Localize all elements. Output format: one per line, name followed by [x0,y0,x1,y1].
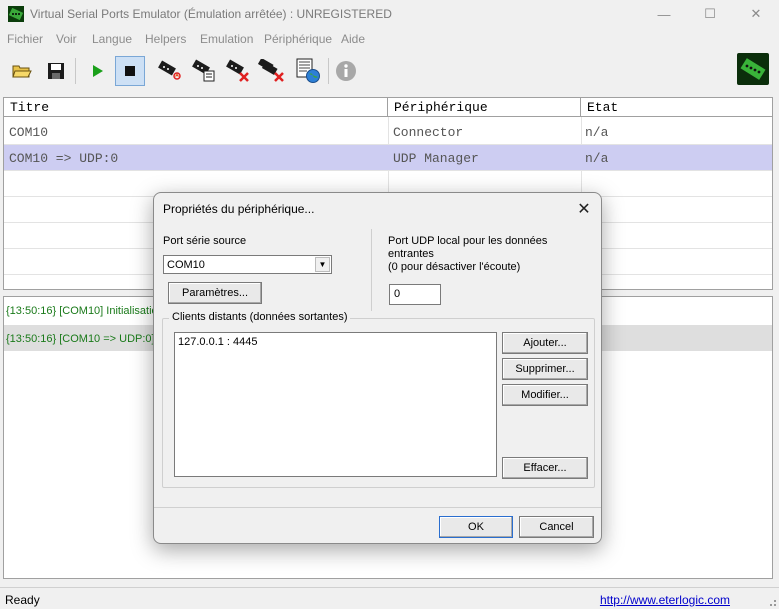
new-device-icon [158,60,181,80]
row-device: Connector [393,125,464,140]
udp-port-label-line1: Port UDP local pour les données [388,235,548,247]
column-header-peripherique[interactable]: Périphérique [388,98,581,117]
new-device-button[interactable] [155,56,185,86]
udp-port-label-line2: entrantes [388,248,434,260]
row-title: COM10 => UDP:0 [9,151,119,166]
save-icon [48,63,64,79]
start-emulation-button[interactable] [82,56,112,86]
menu-emulation[interactable]: Emulation [200,32,253,46]
parameters-button[interactable]: Paramètres... [168,282,262,304]
column-header-etat[interactable]: Etat [581,98,772,117]
info-icon [336,61,356,81]
udp-port-input[interactable]: 0 [389,284,441,305]
close-icon: ✕ [750,6,762,21]
delete-device-button[interactable] [223,56,253,86]
remote-clients-list[interactable]: 127.0.0.1 : 4445 [174,332,497,477]
dialog-close-button[interactable]: ✕ [572,198,596,220]
row-state: n/a [585,125,609,140]
menu-fichier[interactable]: Fichier [7,32,43,46]
source-port-value: COM10 [167,259,205,271]
delete-all-devices-button[interactable] [257,56,287,86]
clear-clients-button[interactable]: Effacer... [502,457,588,479]
toolbar-separator [328,58,329,84]
remote-clients-group: Clients distants (données sortantes) 127… [162,311,595,488]
maximize-icon: ☐ [704,6,716,21]
row-device: UDP Manager [393,151,479,166]
toolbar-separator [75,58,76,84]
row-state: n/a [585,151,609,166]
resize-grip-icon[interactable] [765,595,777,607]
menu-langue[interactable]: Langue [92,32,132,46]
stop-emulation-button[interactable] [115,56,145,86]
play-icon [93,65,103,77]
open-folder-icon [12,65,32,78]
ok-button[interactable]: OK [439,516,513,538]
add-client-button[interactable]: Ajouter... [502,332,588,354]
chevron-down-icon[interactable]: ▼ [315,257,330,272]
list-item[interactable]: 127.0.0.1 : 4445 [178,336,258,348]
website-link[interactable]: http://www.eterlogic.com [600,593,730,607]
menu-voir[interactable]: Voir [56,32,77,46]
dialog-title: Propriétés du périphérique... [163,202,315,216]
udp-port-label-line3: (0 pour désactiver l'écoute) [388,261,521,273]
menu-peripherique[interactable]: Périphérique [264,32,332,46]
window-title: Virtual Serial Ports Emulator (Émulation… [30,7,392,21]
maximize-button[interactable]: ☐ [687,0,733,28]
close-button[interactable]: ✕ [733,0,779,28]
toolbar [0,52,779,90]
device-properties-icon [192,59,215,82]
udp-port-value: 0 [394,288,401,300]
device-properties-button[interactable] [189,56,219,86]
menu-bar: Fichier Voir Langue Helpers Emulation Pé… [0,29,779,49]
save-button[interactable] [41,56,71,86]
status-bar: Ready http://www.eterlogic.com [0,587,779,609]
vertical-divider [371,229,372,311]
edit-client-button[interactable]: Modifier... [502,384,588,406]
delete-all-devices-icon [258,59,284,82]
close-icon: ✕ [577,201,591,218]
web-export-icon [296,58,320,83]
remote-clients-label: Clients distants (données sortantes) [169,311,351,323]
source-port-select[interactable]: COM10 ▼ [163,255,332,274]
cancel-button[interactable]: Cancel [519,516,594,538]
stop-icon [125,66,135,76]
device-properties-dialog: Propriétés du périphérique... ✕ Port sér… [153,192,602,544]
eterlogic-logo-icon [737,53,769,85]
minimize-icon: — [657,6,671,22]
title-bar: Virtual Serial Ports Emulator (Émulation… [0,0,779,28]
row-title: COM10 [9,125,49,140]
menu-helpers[interactable]: Helpers [145,32,186,46]
remove-client-button[interactable]: Supprimer... [502,358,588,380]
about-button[interactable] [331,56,361,86]
table-row[interactable]: COM10 Connector n/a [4,119,772,145]
table-row-selected[interactable]: COM10 => UDP:0 UDP Manager n/a [4,145,772,171]
menu-aide[interactable]: Aide [341,32,365,46]
minimize-button[interactable]: — [641,0,687,28]
open-button[interactable] [7,56,37,86]
column-header-titre[interactable]: Titre [4,98,388,117]
delete-device-icon [226,59,249,82]
status-text: Ready [5,593,40,607]
dialog-footer-divider [154,507,601,508]
app-icon [8,6,24,22]
web-export-button[interactable] [293,56,323,86]
source-port-label: Port série source [163,235,247,247]
